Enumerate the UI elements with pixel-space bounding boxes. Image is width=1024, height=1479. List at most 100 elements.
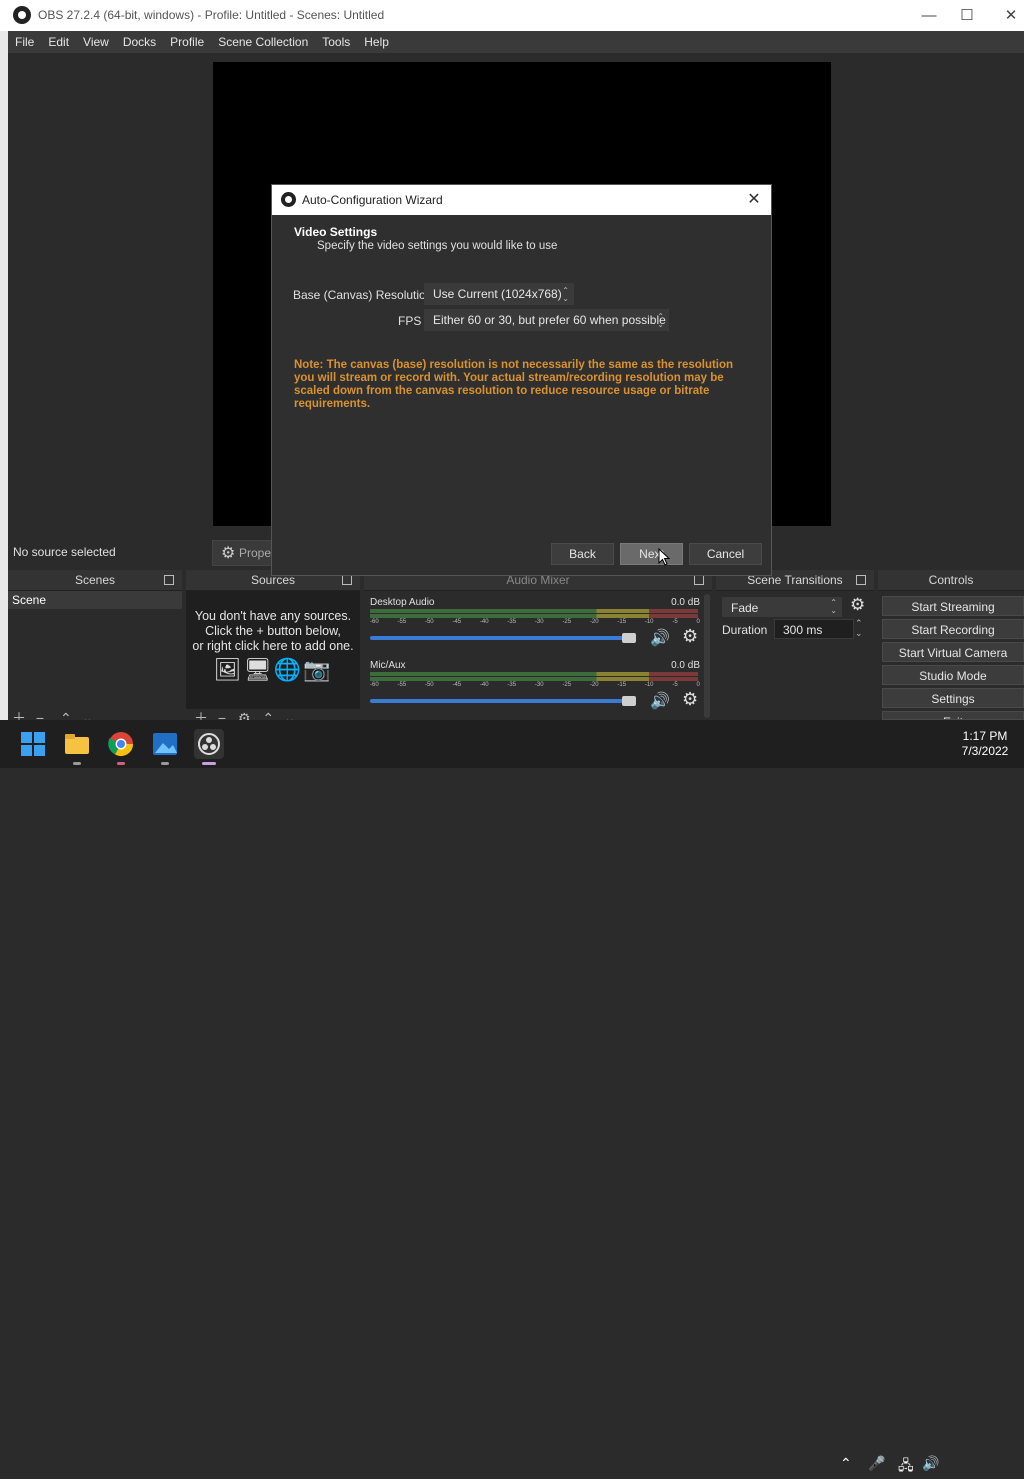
channel-name: Mic/Aux xyxy=(370,660,406,671)
dialog-title: Auto-Configuration Wizard xyxy=(302,193,443,207)
fps-label: FPS xyxy=(398,314,422,328)
channel-db: 0.0 dB xyxy=(671,660,700,671)
next-button[interactable]: Next xyxy=(620,543,683,565)
scenes-dock-title: Scenes xyxy=(74,573,116,587)
fps-value: Either 60 or 30, but prefer 60 when poss… xyxy=(433,313,666,327)
dialog-close-button[interactable]: ✕ xyxy=(742,189,766,211)
mouse-cursor-icon xyxy=(658,548,670,566)
taskbar-clock[interactable]: 1:17 PM 7/3/2022 xyxy=(948,729,1022,759)
start-recording-button[interactable]: Start Recording xyxy=(882,619,1024,639)
volume-meter xyxy=(370,672,698,676)
properties-label: Properties xyxy=(239,546,271,560)
menu-file[interactable]: File xyxy=(8,31,41,53)
spinner-arrows-icon: ⌃ ⌄ xyxy=(562,286,569,303)
resolution-label: Base (Canvas) Resolution xyxy=(293,288,433,302)
app-running-indicator xyxy=(161,762,169,765)
app-running-indicator xyxy=(73,762,81,765)
section-heading: Video Settings xyxy=(294,225,378,239)
duration-label: Duration xyxy=(722,623,768,637)
display-icon: 🖥 xyxy=(243,657,274,682)
start-virtual-camera-button[interactable]: Start Virtual Camera xyxy=(882,642,1024,662)
scene-transitions-dock: Scene Transitions Fade ⌃ ⌄ ⚙ Duration 300… xyxy=(716,570,874,720)
menu-profile[interactable]: Profile xyxy=(163,31,211,53)
duration-stepper-icon[interactable]: ⌃ ⌄ xyxy=(855,618,863,638)
camera-icon: 📷 xyxy=(302,657,333,682)
menu-help[interactable]: Help xyxy=(357,31,396,53)
sources-empty-line3: or right click here to add one. xyxy=(192,639,354,653)
volume-slider-handle[interactable] xyxy=(622,696,636,706)
volume-slider-handle[interactable] xyxy=(622,633,636,643)
duration-value: 300 ms xyxy=(783,623,823,637)
sources-empty-area[interactable]: You don't have any sources. Click the + … xyxy=(186,591,360,709)
channel-db: 0.0 dB xyxy=(671,597,700,608)
menu-scene-collection[interactable]: Scene Collection xyxy=(211,31,315,53)
close-button[interactable]: ✕ xyxy=(989,0,1024,31)
studio-mode-button[interactable]: Studio Mode xyxy=(882,665,1024,685)
section-subheading: Specify the video settings you would lik… xyxy=(317,240,558,252)
image-icon: 🖼 xyxy=(213,657,244,682)
duration-input[interactable]: 300 ms xyxy=(774,619,854,639)
obs-logo-icon xyxy=(281,192,296,207)
source-type-icons: 🖼🖥🌐📷 xyxy=(186,659,360,681)
gear-icon: ⚙ xyxy=(221,545,236,562)
windows-start-icon[interactable] xyxy=(18,729,48,759)
settings-button[interactable]: Settings xyxy=(882,688,1024,708)
speaker-icon[interactable]: 🔊 xyxy=(650,691,670,711)
volume-slider[interactable] xyxy=(370,699,634,703)
taskbar: ⌃ 🎤 🖧 🔊 xyxy=(0,720,1024,1473)
mixer-channel-mic: Mic/Aux 0.0 dB -60 -55 -50 -45 -40 -35 -30 -25-… xyxy=(370,659,700,719)
meter-scale: -60 -55 -50 -45 -40 -35 -30 -25 -20 -15 -10 -5 0 xyxy=(370,682,700,688)
menu-tools[interactable]: Tools xyxy=(315,31,357,53)
scenes-dock-header: Scenes xyxy=(8,570,182,591)
fps-select[interactable]: Either 60 or 30, but prefer 60 when poss… xyxy=(424,309,669,331)
photos-icon[interactable] xyxy=(150,729,180,759)
spinner-arrows-icon: ⌃ ⌄ xyxy=(830,598,837,615)
resolution-value: Use Current (1024x768) xyxy=(433,287,562,301)
left-edge xyxy=(0,31,8,721)
mixer-scrollbar[interactable] xyxy=(704,594,710,718)
obs-taskbar-icon[interactable] xyxy=(194,729,224,759)
microphone-icon[interactable]: 🎤 xyxy=(868,1455,885,1472)
app-running-indicator xyxy=(117,762,125,765)
cancel-button[interactable]: Cancel xyxy=(689,543,762,565)
transition-select[interactable]: Fade ⌃ ⌄ xyxy=(722,597,842,617)
undock-icon[interactable] xyxy=(856,575,866,585)
show-hidden-icons-icon[interactable]: ⌃ xyxy=(840,1455,852,1472)
resolution-note: Note: The canvas (base) resolution is no… xyxy=(294,359,734,410)
file-explorer-icon[interactable] xyxy=(62,729,92,759)
sources-empty-line2: Click the + button below, xyxy=(205,624,341,638)
sources-dock: Sources You don't have any sources. Clic… xyxy=(186,570,360,726)
audio-mixer-dock: Audio Mixer Desktop Audio 0.0 dB -60 -55-… xyxy=(364,570,712,720)
app-active-indicator xyxy=(202,762,216,765)
undock-icon[interactable] xyxy=(164,575,174,585)
window-title: OBS 27.2.4 (64-bit, windows) - Profile: … xyxy=(38,8,385,22)
start-streaming-button[interactable]: Start Streaming xyxy=(882,596,1024,616)
clock-time: 1:17 PM xyxy=(962,729,1008,743)
gear-icon[interactable]: ⚙ xyxy=(682,689,698,710)
controls-title: Controls xyxy=(928,573,974,587)
maximize-button[interactable]: ☐ xyxy=(945,0,989,31)
menu-bar: File Edit View Docks Profile Scene Collection… xyxy=(8,31,1024,53)
exit-button[interactable]: Exit xyxy=(882,711,1024,720)
resolution-select[interactable]: Use Current (1024x768) ⌃ ⌄ xyxy=(424,283,574,305)
menu-view[interactable]: View xyxy=(76,31,116,53)
chrome-icon[interactable] xyxy=(106,729,136,759)
obs-logo-icon xyxy=(13,6,31,24)
menu-edit[interactable]: Edit xyxy=(41,31,76,53)
speaker-icon[interactable]: 🔊 xyxy=(650,628,670,648)
volume-icon[interactable]: 🔊 xyxy=(922,1455,939,1472)
network-icon[interactable]: 🖧 xyxy=(898,1455,914,1479)
undock-icon[interactable] xyxy=(342,575,352,585)
volume-slider[interactable] xyxy=(370,636,634,640)
globe-icon: 🌐 xyxy=(273,657,303,682)
properties-button[interactable]: ⚙ Properties xyxy=(212,540,274,566)
gear-icon[interactable]: ⚙ xyxy=(682,626,698,647)
gear-icon[interactable]: ⚙ xyxy=(850,595,865,615)
auto-config-wizard-dialog: Auto-Configuration Wizard ✕ Video Settin… xyxy=(271,184,772,576)
controls-header: Controls xyxy=(878,570,1024,591)
scene-list-item[interactable]: Scene xyxy=(8,591,182,609)
menu-docks[interactable]: Docks xyxy=(116,31,163,53)
back-button[interactable]: Back xyxy=(551,543,614,565)
volume-meter xyxy=(370,677,698,681)
undock-icon[interactable] xyxy=(694,575,704,585)
